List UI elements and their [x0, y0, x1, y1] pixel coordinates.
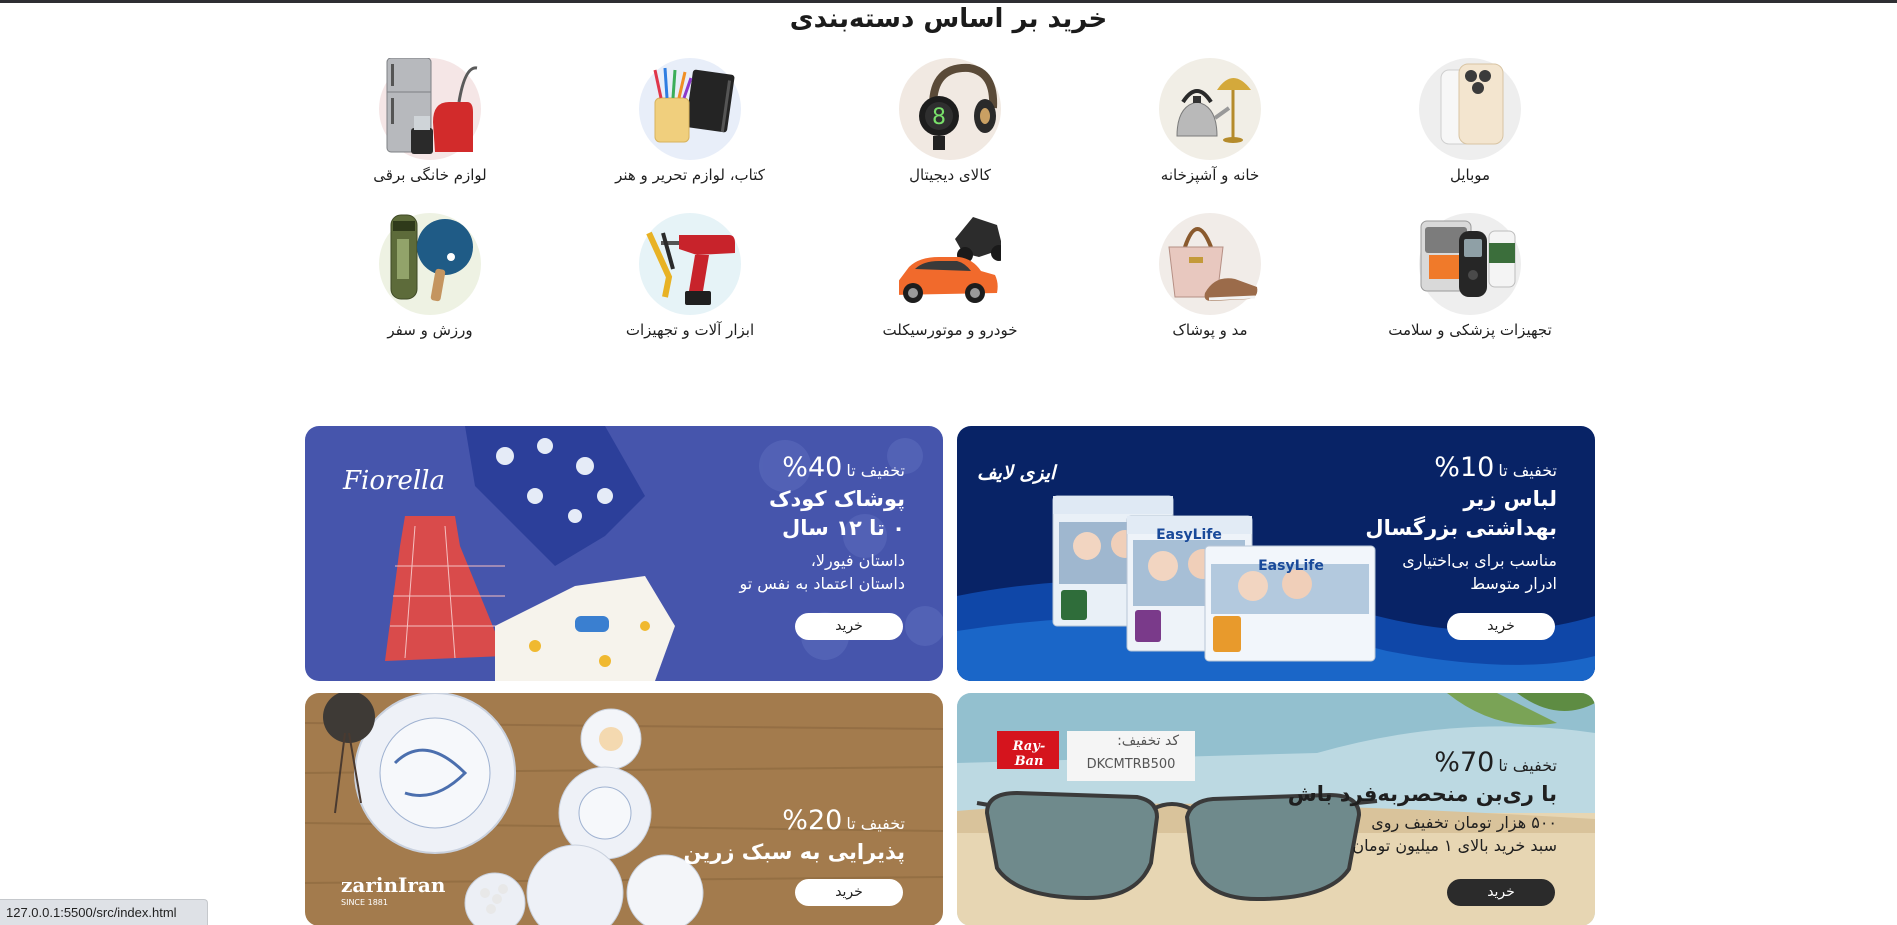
- coupon-code: DKCMTRB500: [1086, 757, 1176, 772]
- rayban-logo: Ray-Ban: [1012, 739, 1046, 769]
- category-label: موبایل: [1449, 166, 1491, 184]
- headline: پوشاک کودک ۰ تا ۱۲ سال: [768, 487, 905, 540]
- buy-button[interactable]: خرید: [1447, 613, 1555, 640]
- rayban-text: تخفیف تا70% با ری‌بن منحصربه‌فرد باش ۵۰۰…: [1277, 747, 1557, 857]
- medical-icon: [1419, 213, 1521, 315]
- top-border: [0, 0, 1897, 3]
- category-label: خانه و آشپزخانه: [1160, 166, 1260, 184]
- browser-status-bar: 127.0.0.1:5500/src/index.html: [0, 899, 208, 925]
- category-label: کتاب، لوازم تحریر و هنر: [615, 166, 765, 184]
- banner-rayban[interactable]: Ray-Ban کد تخفیف: DKCMTRB500 تخفیف تا70%…: [957, 693, 1595, 925]
- subtext: ۵۰۰ هزار تومان تخفیف روی سبد خرید بالای ۱…: [1352, 813, 1557, 855]
- category-label: خودرو و موتورسیکلت: [882, 321, 1018, 339]
- subtext: داستان فیورلا، داستان اعتماد به نفس تو: [739, 551, 905, 593]
- kettle-icon: [1159, 58, 1261, 160]
- discount-line: تخفیف تا10%: [1434, 452, 1557, 483]
- category-label: تجهیزات پزشکی و سلامت: [1388, 321, 1552, 339]
- discount-line: تخفیف تا40%: [782, 452, 905, 483]
- drill-icon: [639, 213, 741, 315]
- zarin-logo-since: SINCE 1881: [341, 898, 388, 907]
- phone-icon: [1419, 58, 1521, 160]
- banner-fiorella[interactable]: Fiorella تخفیف تا40% پوشاک کودک ۰ تا ۱۲ س…: [305, 426, 943, 681]
- headline: با ری‌بن منحصربه‌فرد باش: [1287, 782, 1557, 806]
- fiorella-text: تخفیف تا40% پوشاک کودک ۰ تا ۱۲ سال داستان…: [645, 452, 905, 595]
- coupon-label: کد تخفیف:: [1117, 733, 1179, 749]
- section-title: خرید بر اساس دسته‌بندی: [789, 4, 1108, 34]
- banner-zarin[interactable]: zarinIran SINCE 1881 تخفیف تا20% پذیرایی…: [305, 693, 943, 925]
- banner-easylife[interactable]: EasyLife EasyLife ایزی لایف تخفیف تا10% …: [957, 426, 1595, 681]
- category-fashion[interactable]: مد و پوشاک: [1080, 213, 1340, 368]
- category-label: ورزش و سفر: [387, 321, 473, 339]
- category-sports-travel[interactable]: ورزش و سفر: [300, 213, 560, 368]
- easylife-text: تخفیف تا10% لباس زیر بهداشتی بزرگسال مناس…: [1337, 452, 1557, 595]
- category-label: لوازم خانگی برقی: [373, 166, 487, 184]
- category-appliances[interactable]: لوازم خانگی برقی: [300, 57, 560, 213]
- buy-button[interactable]: خرید: [1447, 879, 1555, 906]
- discount-value: 20%: [782, 805, 843, 836]
- category-grid: موبایل خانه و آشپزخانه 8 کالای دیجیتال ک…: [300, 57, 1600, 358]
- category-label: ابزار آلات و تجهیزات: [625, 321, 755, 339]
- discount-value: 70%: [1434, 747, 1495, 778]
- notebook-icon: [639, 58, 741, 160]
- buy-button[interactable]: خرید: [795, 879, 903, 906]
- category-digital[interactable]: 8 کالای دیجیتال: [820, 58, 1080, 213]
- package-brand-text: EasyLife: [1258, 558, 1324, 574]
- discount-value: 10%: [1434, 452, 1495, 483]
- category-tools[interactable]: ابزار آلات و تجهیزات: [560, 213, 820, 368]
- fridge-icon: [379, 57, 481, 160]
- category-automotive[interactable]: خودرو و موتورسیکلت: [820, 213, 1080, 368]
- category-books[interactable]: کتاب، لوازم تحریر و هنر: [560, 58, 820, 213]
- zarin-logo: zarinIran: [341, 873, 446, 897]
- zarin-text: تخفیف تا20% پذیرایی به سبک زرین: [645, 805, 905, 867]
- bag-icon: [1159, 213, 1261, 315]
- category-mobile[interactable]: موبایل: [1340, 58, 1600, 213]
- fiorella-logo: Fiorella: [343, 466, 445, 496]
- discount-line: تخفیف تا20%: [782, 805, 905, 836]
- promo-banners: EasyLife EasyLife ایزی لایف تخفیف تا10% …: [305, 426, 1595, 925]
- category-label: مد و پوشاک: [1172, 321, 1248, 339]
- car-icon: [895, 213, 1007, 315]
- svg-text:8: 8: [932, 105, 946, 130]
- category-label: کالای دیجیتال: [909, 166, 991, 184]
- subtext: مناسب برای بی‌اختیاری ادرار متوسط: [1402, 551, 1557, 593]
- headline: پذیرایی به سبک زرین: [683, 840, 905, 864]
- headline: لباس زیر بهداشتی بزرگسال: [1365, 487, 1557, 540]
- discount-line: تخفیف تا70%: [1434, 747, 1557, 778]
- discount-value: 40%: [782, 452, 843, 483]
- category-home-kitchen[interactable]: خانه و آشپزخانه: [1080, 58, 1340, 213]
- category-medical[interactable]: تجهیزات پزشکی و سلامت: [1340, 213, 1600, 368]
- package-brand-text: EasyLife: [1156, 527, 1222, 543]
- sports-icon: [379, 213, 481, 315]
- easylife-logo: ایزی لایف: [977, 462, 1056, 484]
- headphones-icon: 8: [899, 58, 1001, 160]
- buy-button[interactable]: خرید: [795, 613, 903, 640]
